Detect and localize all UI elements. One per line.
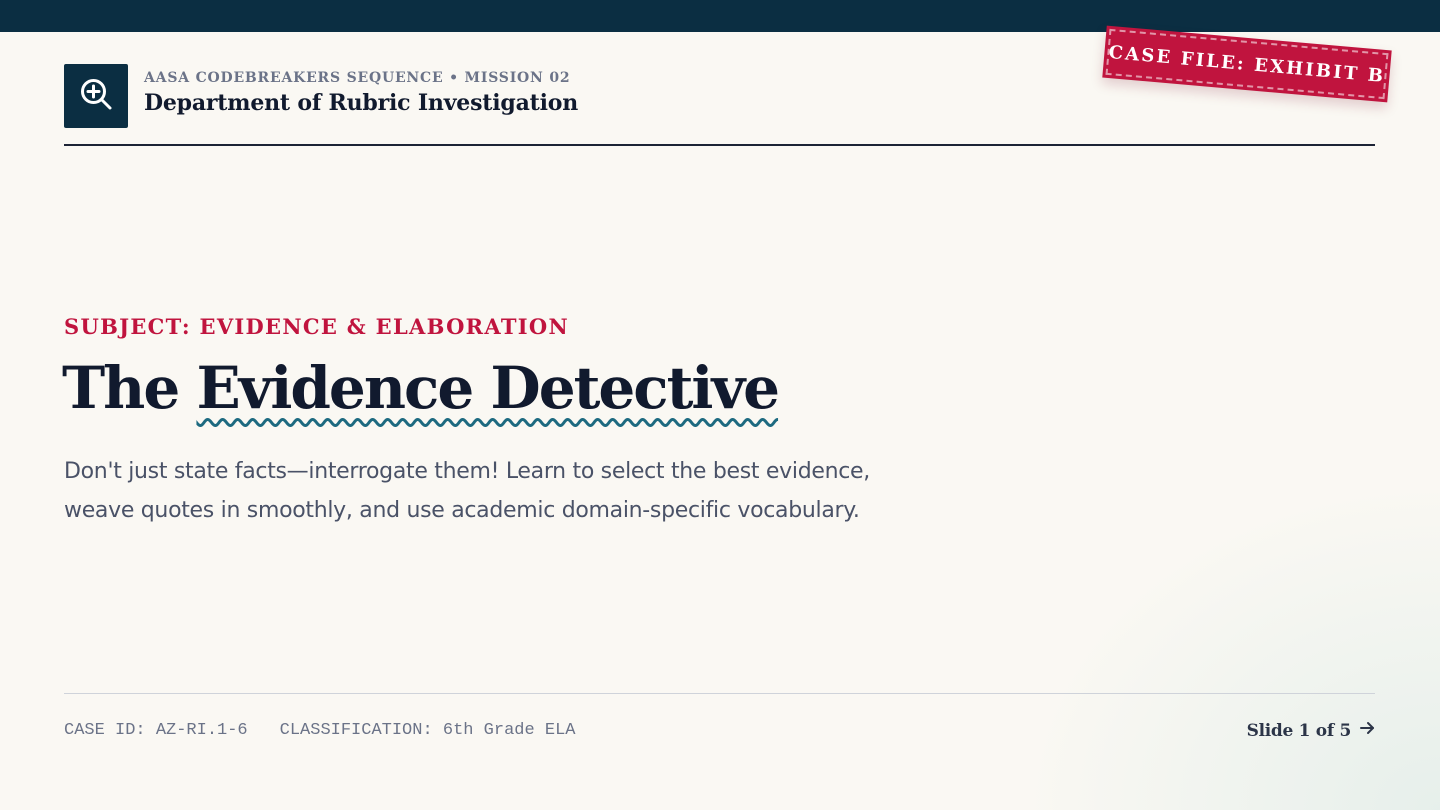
slide-counter: Slide 1 of 5 bbox=[1246, 720, 1352, 741]
subject-label: SUBJECT: EVIDENCE & ELABORATION bbox=[64, 314, 569, 339]
header-text: AASA CODEBREAKERS SEQUENCE • MISSION 02 … bbox=[144, 70, 578, 116]
title-highlight: Evidence Detective bbox=[196, 354, 780, 422]
footer-meta: CASE ID: AZ-RI.1-6 CLASSIFICATION: 6th G… bbox=[64, 721, 576, 740]
top-bar bbox=[0, 0, 1440, 32]
page-title: The Evidence Detective bbox=[62, 354, 780, 424]
title-prefix: The bbox=[62, 354, 180, 422]
arrow-right-icon bbox=[1359, 720, 1375, 741]
classification: CLASSIFICATION: 6th Grade ELA bbox=[279, 721, 576, 740]
department-title: Department of Rubric Investigation bbox=[144, 90, 579, 116]
next-slide-button[interactable]: Slide 1 of 5 bbox=[1247, 720, 1375, 741]
logo bbox=[64, 64, 128, 128]
case-id: CASE ID: AZ-RI.1-6 bbox=[64, 721, 248, 740]
sequence-kicker: AASA CODEBREAKERS SEQUENCE • MISSION 02 bbox=[144, 70, 571, 86]
description: Don't just state facts—interrogate them!… bbox=[64, 459, 870, 523]
footer-divider bbox=[64, 693, 1375, 694]
zoom-in-magnifier-icon bbox=[78, 76, 114, 117]
stamp-label: CASE FILE: EXHIBIT B bbox=[1107, 41, 1387, 87]
corner-glow bbox=[1020, 480, 1440, 810]
